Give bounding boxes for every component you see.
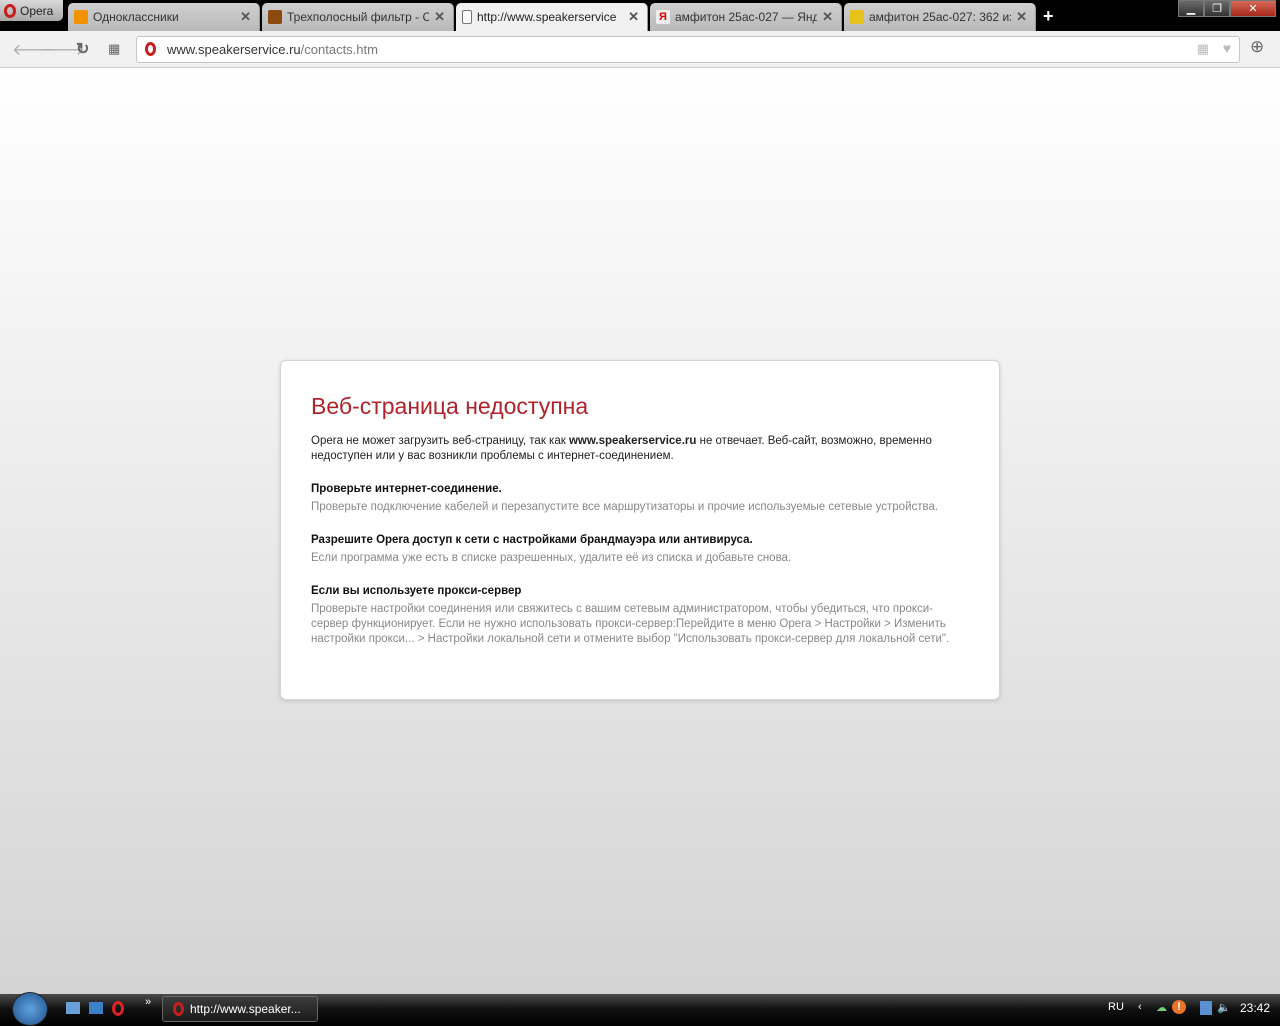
opera-quicklaunch-icon[interactable] <box>112 1001 124 1016</box>
speed-dial-icon[interactable]: ▦ <box>1197 41 1209 57</box>
show-hidden-icons[interactable]: ‹ <box>1138 1001 1142 1013</box>
speed-dial-grid-icon[interactable]: ▦ <box>108 41 120 57</box>
alert-tray-icon[interactable]: ! <box>1172 1000 1186 1014</box>
close-window-button[interactable]: ✕ <box>1230 0 1276 17</box>
tab-amfiton[interactable]: амфитон 25ас-027: 362 из ✕ <box>844 3 1036 31</box>
taskbar-opera-window[interactable]: http://www.speaker... <box>162 996 318 1022</box>
task-label: http://www.speaker... <box>190 1002 301 1016</box>
reload-button[interactable]: ↻ <box>76 39 89 59</box>
url-domain: www.speakerservice.ru <box>167 42 301 57</box>
close-tab-icon[interactable]: ✕ <box>434 9 445 25</box>
close-tab-icon[interactable]: ✕ <box>628 9 639 25</box>
quicklaunch-more[interactable]: » <box>145 996 151 1008</box>
opera-menu-button[interactable]: Opera <box>0 0 63 21</box>
section-heading: Разрешите Opera доступ к сети с настройк… <box>311 534 753 546</box>
section-heading: Проверьте интернет-соединение. <box>311 483 502 495</box>
tab-yandex[interactable]: Яамфитон 25ас-027 — Янд ✕ <box>650 3 842 31</box>
intro-site: www.speakerservice.ru <box>568 435 697 447</box>
odnoklassniki-favicon-icon <box>74 10 88 24</box>
new-tab-button[interactable]: + <box>1043 6 1054 27</box>
tab-filter[interactable]: Трехполосный фильтр - С ✕ <box>262 3 454 31</box>
url-path: /contacts.htm <box>300 42 378 57</box>
minimize-button[interactable]: ▁ <box>1178 0 1204 17</box>
toolbar: 🡐 🡒 ↻ ▦ www.speakerservice.ru/contacts.h… <box>0 31 1280 68</box>
taskbar: » http://www.speaker... RU ‹ ☁ ! 🔈 23:42 <box>0 992 1280 1026</box>
opera-logo-icon <box>4 3 16 18</box>
heart-bookmark-icon[interactable]: ♥ <box>1223 40 1231 56</box>
error-intro: Opera не может загрузить веб-страницу, т… <box>311 434 969 464</box>
site-favicon-icon <box>268 10 282 24</box>
close-tab-icon[interactable]: ✕ <box>1016 9 1027 25</box>
show-desktop-icon[interactable] <box>66 1002 80 1014</box>
display-tray-icon[interactable] <box>1200 1001 1212 1015</box>
tab-label: амфитон 25ас-027: 362 из <box>869 10 1012 24</box>
tab-odnoklassniki[interactable]: Одноклассники ✕ <box>68 3 260 31</box>
close-tab-icon[interactable]: ✕ <box>822 9 833 25</box>
page-content: Веб-страница недоступна Opera не может з… <box>0 68 1280 994</box>
tab-bar: Opera Одноклассники ✕ Трехполосный фильтр… <box>0 0 1280 31</box>
section-text: Если программа уже есть в списке разреше… <box>311 552 792 564</box>
error-card: Веб-страница недоступна Opera не может з… <box>280 360 1000 700</box>
site-favicon-icon <box>850 10 864 24</box>
address-bar[interactable]: www.speakerservice.ru/contacts.htm ▦ ♥ <box>136 36 1240 63</box>
opera-menu-label: Opera <box>20 3 54 18</box>
volume-icon[interactable]: 🔈 <box>1217 1001 1231 1014</box>
section-text: Проверьте подключение кабелей и перезапу… <box>311 501 939 513</box>
download-icon[interactable]: ⊕ <box>1250 37 1264 57</box>
maximize-button[interactable]: ❐ <box>1204 0 1230 17</box>
network-tray-icon[interactable]: ☁ <box>1156 1001 1167 1014</box>
error-title: Веб-страница недоступна <box>311 393 589 419</box>
window-controls: ▁ ❐ ✕ <box>1178 0 1276 17</box>
tab-label: http://www.speakerservice <box>477 10 617 24</box>
tab-label: Одноклассники <box>93 10 179 24</box>
tab-label: Трехполосный фильтр - С <box>287 10 430 24</box>
start-button[interactable] <box>12 992 48 1026</box>
switch-windows-icon[interactable] <box>89 1002 103 1014</box>
yandex-favicon-icon: Я <box>656 10 670 24</box>
tab-label: амфитон 25ас-027 — Янд <box>675 10 818 24</box>
page-icon <box>462 10 472 24</box>
tab-speakerservice[interactable]: http://www.speakerservice ✕ <box>456 3 648 31</box>
section-heading: Если вы используете прокси-сервер <box>311 585 522 597</box>
intro-text: Opera не может загрузить веб-страницу, т… <box>311 435 569 447</box>
opera-icon <box>173 1002 184 1016</box>
clock[interactable]: 23:42 <box>1240 1001 1270 1015</box>
close-tab-icon[interactable]: ✕ <box>240 9 251 25</box>
language-indicator[interactable]: RU <box>1108 1001 1124 1013</box>
section-text: Проверьте настройки соединения или свяжи… <box>311 603 950 645</box>
opera-badge-icon <box>145 42 156 56</box>
